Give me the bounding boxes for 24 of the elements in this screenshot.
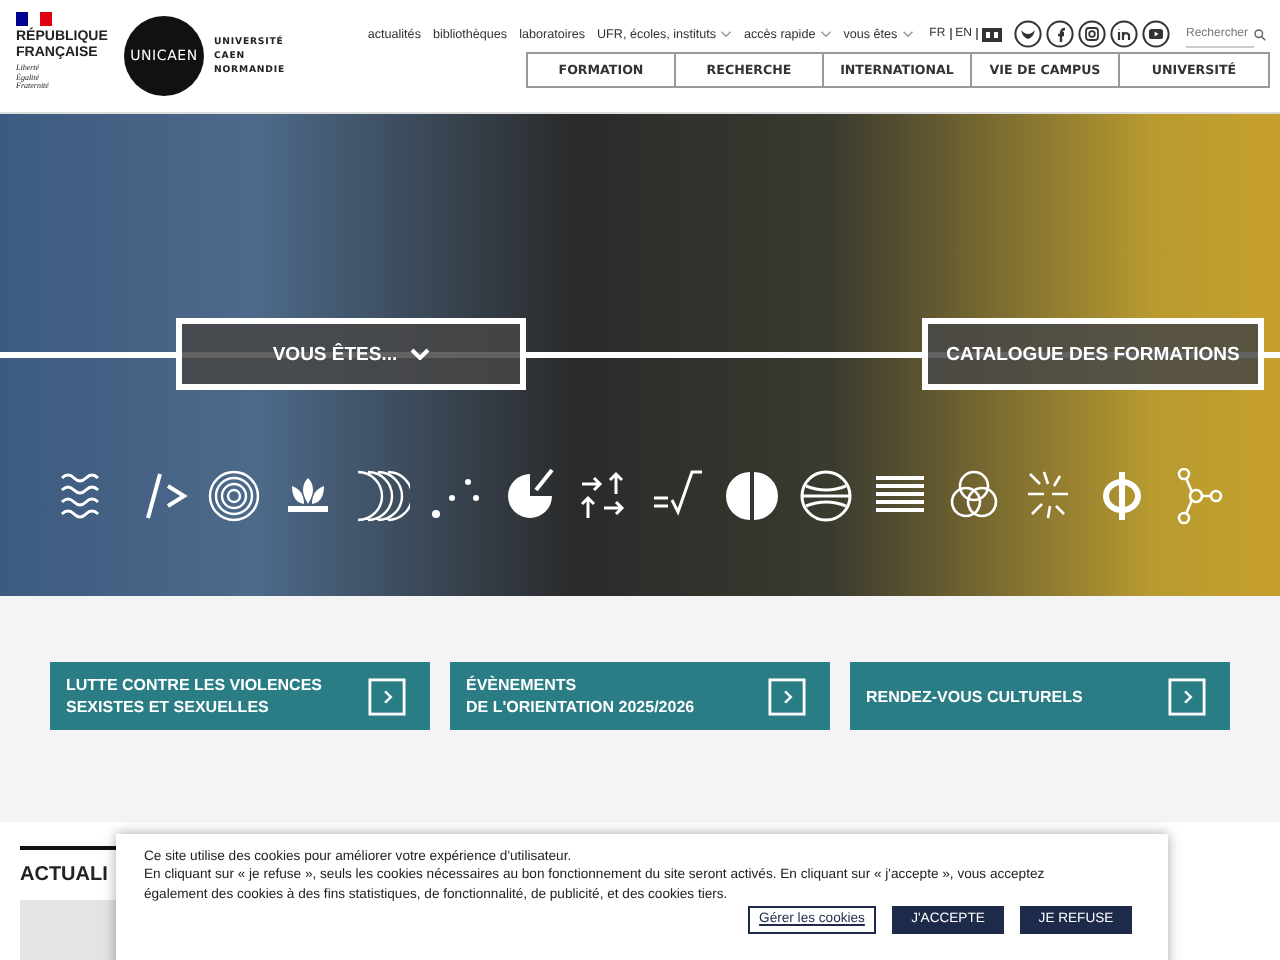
sphere-icon (797, 466, 853, 526)
section-heading: ACTUALI (20, 864, 108, 886)
catalogue-button[interactable]: CATALOGUE DES FORMATIONS (922, 318, 1264, 390)
search-icon[interactable] (1254, 27, 1266, 41)
feature-tile[interactable]: ÉVÈNEMENTS DE L'ORIENTATION 2025/2026 (450, 662, 830, 730)
chevron-down-icon (720, 30, 732, 38)
camera-icon[interactable] (1078, 20, 1106, 48)
chevron-right-icon (768, 677, 806, 715)
sign-language-icon[interactable] (982, 27, 1002, 41)
chevron-right-icon (368, 677, 406, 715)
flag-icon (16, 12, 52, 26)
facebook-icon[interactable] (1046, 20, 1074, 48)
video-icon[interactable] (1142, 20, 1170, 48)
feature-tile[interactable]: LUTTE CONTRE LES VIOLENCES SEXISTES ET SEXUELLES (50, 662, 430, 730)
half-circles-icon (723, 466, 779, 526)
chevron-down-icon (819, 30, 832, 38)
chevron-down-icon (409, 348, 430, 360)
chevron-right-icon (1168, 677, 1206, 715)
target-icon (205, 466, 261, 526)
feature-tile[interactable]: RENDEZ-VOUS CULTURELS (850, 662, 1230, 730)
arcs-icon (353, 466, 409, 526)
chevron-down-icon (901, 30, 914, 38)
audience-dropdown[interactable]: VOUS ÊTES... (176, 318, 526, 390)
linkedin-icon[interactable] (1110, 20, 1138, 48)
